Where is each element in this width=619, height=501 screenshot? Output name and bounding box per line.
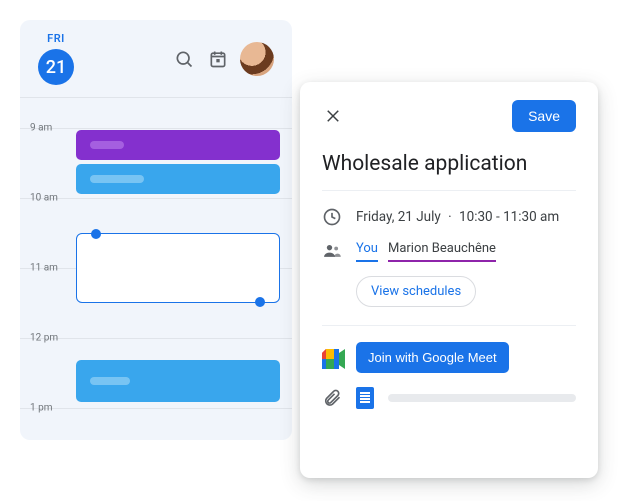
save-button[interactable]: Save bbox=[512, 100, 576, 132]
new-event-selection[interactable] bbox=[76, 233, 280, 303]
hour-label: 9 am bbox=[30, 123, 52, 134]
close-icon[interactable] bbox=[322, 105, 344, 127]
hour-label: 12 pm bbox=[30, 333, 58, 344]
attachment-row bbox=[322, 387, 576, 409]
clock-icon bbox=[322, 207, 342, 227]
time-text: 10:30 - 11:30 am bbox=[459, 209, 559, 225]
meet-row: Join with Google Meet bbox=[322, 342, 576, 373]
resize-handle-top[interactable] bbox=[91, 229, 101, 239]
calendar-header: FRI 21 bbox=[20, 20, 292, 93]
hour-label: 1 pm bbox=[30, 403, 53, 414]
event-purple[interactable] bbox=[76, 130, 280, 160]
attachment-placeholder bbox=[388, 394, 576, 402]
guest-chip-you[interactable]: You bbox=[356, 241, 378, 262]
avatar[interactable] bbox=[240, 42, 274, 76]
divider bbox=[322, 190, 576, 191]
calendar-card: FRI 21 9 am 10 am 11 am 12 pm 1 pm bbox=[20, 20, 292, 440]
day-of-week-label: FRI bbox=[47, 32, 65, 45]
event-blue-2[interactable] bbox=[76, 360, 280, 402]
search-icon[interactable] bbox=[172, 47, 196, 71]
date-text: Friday, 21 July bbox=[356, 209, 441, 225]
timeline[interactable]: 9 am 10 am 11 am 12 pm 1 pm bbox=[20, 98, 292, 438]
day-number-circle[interactable]: 21 bbox=[38, 49, 74, 85]
guest-chips: You Marion Beauchêne bbox=[356, 241, 496, 262]
hour-label: 10 am bbox=[30, 193, 58, 204]
datetime-text: Friday, 21 July · 10:30 - 11:30 am bbox=[356, 209, 559, 225]
day-block: FRI 21 bbox=[38, 32, 74, 85]
today-calendar-icon[interactable] bbox=[206, 47, 230, 71]
event-blue-1[interactable] bbox=[76, 164, 280, 194]
datetime-row[interactable]: Friday, 21 July · 10:30 - 11:30 am bbox=[322, 207, 576, 227]
join-meet-button[interactable]: Join with Google Meet bbox=[356, 342, 509, 373]
guest-chip-marion[interactable]: Marion Beauchêne bbox=[388, 241, 496, 262]
google-meet-icon bbox=[322, 349, 344, 367]
attachment-icon[interactable] bbox=[322, 388, 342, 408]
hour-label: 11 am bbox=[30, 263, 58, 274]
panel-top-bar: Save bbox=[322, 100, 576, 132]
event-panel: Save Wholesale application Friday, 21 Ju… bbox=[300, 82, 598, 478]
event-title[interactable]: Wholesale application bbox=[322, 152, 576, 176]
people-icon bbox=[322, 241, 342, 261]
resize-handle-bottom[interactable] bbox=[255, 297, 265, 307]
google-doc-icon[interactable] bbox=[356, 387, 374, 409]
view-schedules-button[interactable]: View schedules bbox=[356, 276, 476, 307]
guests-row[interactable]: You Marion Beauchêne bbox=[322, 241, 576, 262]
divider bbox=[322, 325, 576, 326]
